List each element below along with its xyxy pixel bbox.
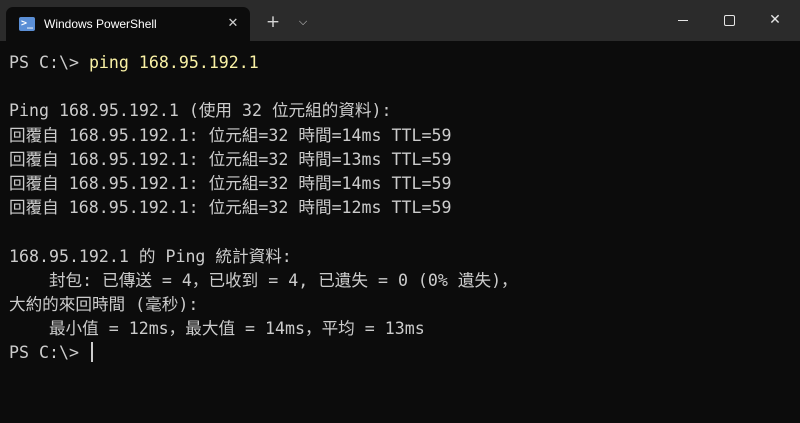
terminal-output[interactable]: PS C:\> ping 168.95.192.1 Ping 168.95.19…: [9, 51, 794, 417]
output-line: 封包: 已傳送 = 4，已收到 = 4, 已遺失 = 0 (0% 遺失)，: [9, 270, 518, 290]
close-icon: ✕: [769, 12, 781, 28]
output-line: 大約的來回時間 (毫秒):: [9, 294, 199, 314]
prompt: PS C:\>: [9, 343, 89, 363]
command-line: PS C:\> ping 168.95.192.1: [9, 51, 794, 75]
new-tab-button[interactable]: +: [263, 12, 283, 32]
close-window-button[interactable]: ✕: [752, 0, 798, 41]
title-bar[interactable]: >_ Windows PowerShell ✕ + ⌵ ✕: [0, 0, 800, 41]
close-tab-icon[interactable]: ✕: [224, 15, 242, 33]
terminal-window: >_ Windows PowerShell ✕ + ⌵ ✕ PS C:\> pi…: [0, 0, 800, 423]
minimize-button[interactable]: [660, 0, 706, 41]
prompt: PS C:\>: [9, 53, 89, 72]
tab-windows-powershell[interactable]: >_ Windows PowerShell ✕: [6, 7, 250, 41]
output-line: 回覆自 168.95.192.1: 位元組=32 時間=14ms TTL=59: [9, 173, 452, 193]
tab-dropdown-button[interactable]: ⌵: [294, 12, 312, 32]
text-cursor: [90, 342, 93, 363]
output-line: 最小值 = 12ms，最大值 = 14ms，平均 = 13ms: [9, 319, 425, 339]
output-line: 回覆自 168.95.192.1: 位元組=32 時間=12ms TTL=59: [9, 198, 452, 218]
powershell-icon: >_: [19, 17, 35, 31]
output-line: Ping 168.95.192.1 (使用 32 位元組的資料):: [9, 101, 392, 121]
input-line[interactable]: PS C:\>: [9, 341, 794, 365]
tab-title: Windows PowerShell: [44, 17, 157, 31]
output-line: 回覆自 168.95.192.1: 位元組=32 時間=14ms TTL=59: [9, 125, 452, 145]
output-line: 回覆自 168.95.192.1: 位元組=32 時間=13ms TTL=59: [9, 149, 452, 169]
maximize-icon: [724, 15, 735, 26]
output-line: 168.95.192.1 的 Ping 統計資料:: [9, 246, 292, 266]
maximize-button[interactable]: [706, 0, 752, 41]
minimize-icon: [678, 20, 688, 21]
command-text: ping 168.95.192.1: [88, 53, 259, 72]
